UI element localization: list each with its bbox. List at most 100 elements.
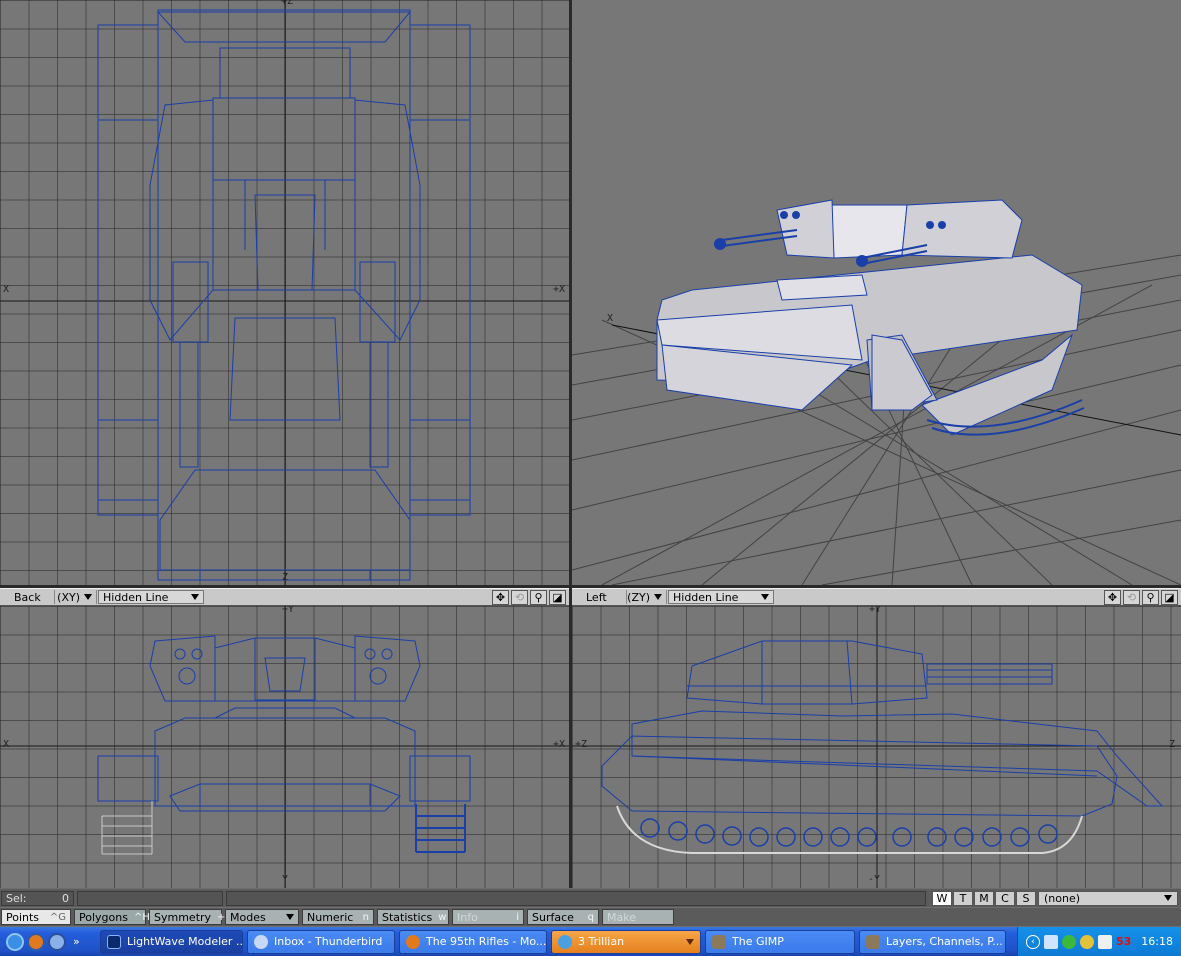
top-view-wireframe [0,0,569,585]
rotate-view-icon[interactable]: ⟲ [511,589,528,605]
move-view-icon[interactable]: ✥ [1104,589,1121,605]
chevron-down-icon [761,594,769,600]
chevron-down-icon [1164,895,1172,901]
window-title: LightWave Modeler ... [127,935,243,948]
modes-dropdown[interactable]: Modes [225,909,299,925]
projection-select[interactable]: (ZY) [627,590,667,604]
axis-label-left: +Z [575,739,588,750]
render-mode-label: Hidden Line [673,590,739,604]
maximize-icon[interactable]: ◪ [549,589,566,605]
render-mode-label: Hidden Line [103,590,169,604]
maximize-icon[interactable]: ◪ [1161,589,1178,605]
volume-icon[interactable] [1097,934,1112,949]
system-tray: ‹ 53 16:18 [1016,927,1181,956]
axis-label-bottom: Z [282,572,289,583]
thunderbird-icon [254,934,268,949]
polygons-label: Polygons [79,910,128,924]
numeric-button[interactable]: Numeric n [302,909,374,925]
selection-bar: Sel: 0 W T M C S (none) [0,889,1181,907]
taskbar-window-gimp[interactable]: The GIMP [705,929,855,954]
firefox-icon[interactable] [27,932,45,951]
projection-select[interactable]: (XY) [55,590,97,604]
status-field [77,890,223,906]
trillian-group: 3 Trillian [558,934,625,949]
view-button-t[interactable]: T [953,890,973,906]
security-icon[interactable] [1079,934,1094,949]
clock[interactable]: 16:18 [1141,935,1173,948]
perspective-viewport[interactable]: X [572,0,1181,585]
messenger-icon[interactable] [1061,934,1076,949]
rotate-view-icon[interactable]: ⟲ [1123,589,1140,605]
thunderbird-icon[interactable] [48,932,66,951]
zoom-icon[interactable]: ⚲ [1142,589,1159,605]
selection-count: Sel: 0 [1,890,74,906]
internet-explorer-icon[interactable] [6,932,24,951]
polygons-button[interactable]: Polygons ^H [74,909,150,925]
view-name[interactable]: Left [572,590,627,604]
window-title: The GIMP [732,935,784,948]
zoom-icon[interactable]: ⚲ [530,589,547,605]
view-button-m[interactable]: M [974,890,994,906]
points-shortcut: ^G [49,911,66,923]
chevron-down-icon [286,914,294,920]
view-name[interactable]: Back [0,590,55,604]
view-mode-buttons: W T M C S [932,890,1036,906]
taskbar-window-gimp-layers[interactable]: Layers, Channels, P... [859,929,1006,954]
chevron-down-icon [686,938,694,945]
view-button-s[interactable]: S [1016,890,1036,906]
message-field [226,890,926,906]
trillian-icon [558,934,572,949]
gimp-icon [866,934,880,949]
axis-label-bottom: -Y [868,874,881,885]
points-button[interactable]: Points ^G [1,909,71,925]
make-button[interactable]: Make [602,909,674,925]
sel-label: Sel: [6,891,27,905]
surface-label: Surface [532,910,574,924]
symmetry-button[interactable]: Symmetry +Y [149,909,232,925]
network-icon[interactable] [1043,934,1058,949]
view-button-w[interactable]: W [932,890,952,906]
perspective-render [572,199,1181,585]
view-button-c[interactable]: C [995,890,1015,906]
axis-label-left: X [3,284,10,295]
numeric-label: Numeric [307,910,354,924]
chevron-down-icon [84,594,92,600]
axis-label-bottom: Y [282,874,289,885]
gimp-icon [712,934,726,949]
move-view-icon[interactable]: ✥ [492,589,509,605]
chevron-down-icon [654,594,662,600]
axis-label-left: X [3,739,10,750]
projection-label: (XY) [57,590,80,604]
surface-button[interactable]: Surface q [527,909,599,925]
points-label: Points [6,910,40,924]
taskbar-window-thunderbird[interactable]: Inbox - Thunderbird [247,929,395,954]
symmetry-label: Symmetry [154,910,212,924]
taskbar-window-trillian[interactable]: 3 Trillian [551,929,701,954]
left-viewport-header: Left (ZY) Hidden Line ✥ ⟲ ⚲ ◪ [572,588,1181,606]
mode-toolbar: Points ^G Polygons ^H Symmetry +Y Modes … [0,908,1181,926]
window-title: Inbox - Thunderbird [274,935,383,948]
make-label: Make [607,910,636,924]
statistics-button[interactable]: Statistics w [377,909,449,925]
back-viewport[interactable]: X +X +Y Y [0,606,569,888]
tray-number[interactable]: 53 [1116,935,1131,948]
top-viewport[interactable]: X +X +Z Z [0,0,569,585]
render-mode-select[interactable]: Hidden Line [668,590,774,604]
numeric-shortcut: n [362,911,369,923]
firefox-icon [406,934,420,949]
info-button[interactable]: Info i [452,909,524,925]
chevron-right-icon[interactable]: » [73,935,80,948]
modes-label: Modes [230,910,266,924]
taskbar-window-firefox[interactable]: The 95th Rifles - Mo... [399,929,547,954]
statistics-label: Statistics [382,910,433,924]
sel-value: 0 [62,891,69,905]
tray-expand-icon[interactable]: ‹ [1025,934,1040,949]
window-title: 3 Trillian [578,935,625,948]
taskbar-window-lightwave[interactable]: LightWave Modeler ... [100,929,243,954]
projection-label: (ZY) [627,590,650,604]
axis-label-top: +Z [281,0,294,7]
surface-select[interactable]: (none) [1038,890,1178,906]
axis-label-top: +Y [282,606,295,615]
left-viewport[interactable]: +Z Z +Y -Y [572,606,1181,888]
render-mode-select[interactable]: Hidden Line [98,590,204,604]
